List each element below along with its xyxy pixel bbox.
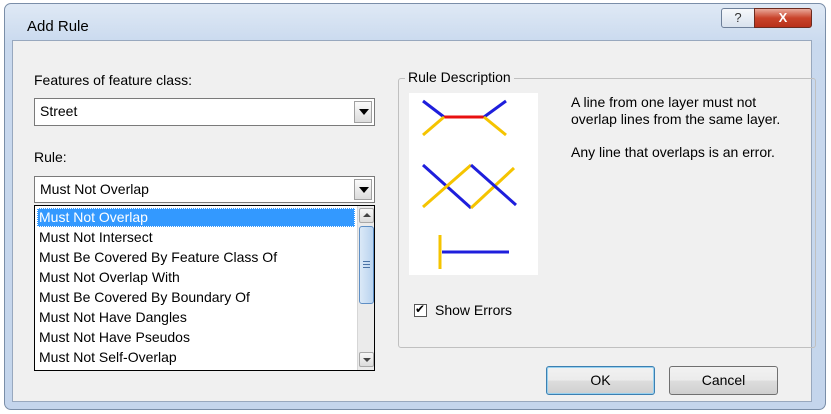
features-value: Street bbox=[40, 103, 78, 119]
rule-value: Must Not Overlap bbox=[40, 181, 149, 197]
features-combobox[interactable]: Street bbox=[34, 98, 375, 126]
rule-description-title: Rule Description bbox=[405, 69, 514, 85]
cancel-button[interactable]: Cancel bbox=[669, 366, 778, 395]
list-item[interactable]: Must Not Overlap bbox=[37, 208, 355, 227]
description-paragraph: A line from one layer must not overlap l… bbox=[571, 94, 781, 127]
features-label: Features of feature class: bbox=[34, 72, 192, 88]
dialog-title: Add Rule bbox=[27, 18, 89, 35]
list-item[interactable]: Must Not Have Dangles bbox=[37, 308, 355, 327]
list-item[interactable]: Must Be Covered By Boundary Of bbox=[37, 288, 355, 307]
rule-dropdown-list[interactable]: Must Not Overlap Must Not Intersect Must… bbox=[34, 205, 375, 371]
chevron-down-icon[interactable] bbox=[354, 179, 372, 200]
rule-diagram bbox=[409, 93, 538, 275]
show-errors-checkbox[interactable] bbox=[414, 302, 427, 317]
list-item[interactable]: Must Be Covered By Feature Class Of bbox=[37, 248, 355, 267]
list-item[interactable]: Must Not Intersect bbox=[37, 228, 355, 247]
show-errors-label[interactable]: Show Errors bbox=[435, 302, 512, 318]
rule-description-text: A line from one layer must not overlap l… bbox=[571, 94, 786, 177]
rule-combobox[interactable]: Must Not Overlap bbox=[34, 176, 375, 203]
chevron-down-icon[interactable] bbox=[354, 101, 372, 123]
scroll-up-icon[interactable] bbox=[359, 208, 374, 223]
ok-button[interactable]: OK bbox=[546, 366, 655, 395]
scrollbar-thumb[interactable] bbox=[359, 226, 374, 304]
description-paragraph: Any line that overlaps is an error. bbox=[571, 144, 775, 160]
scroll-down-icon[interactable] bbox=[359, 352, 374, 367]
help-button[interactable]: ? bbox=[721, 8, 755, 28]
close-button[interactable]: X bbox=[754, 8, 812, 28]
list-item[interactable]: Must Not Have Pseudos bbox=[37, 328, 355, 347]
list-item[interactable]: Must Not Overlap With bbox=[37, 268, 355, 287]
list-scrollbar[interactable] bbox=[357, 206, 374, 370]
rule-label: Rule: bbox=[34, 149, 67, 165]
overlap-diagram-icon bbox=[421, 99, 517, 269]
list-item[interactable]: Must Not Self-Overlap bbox=[37, 348, 355, 367]
